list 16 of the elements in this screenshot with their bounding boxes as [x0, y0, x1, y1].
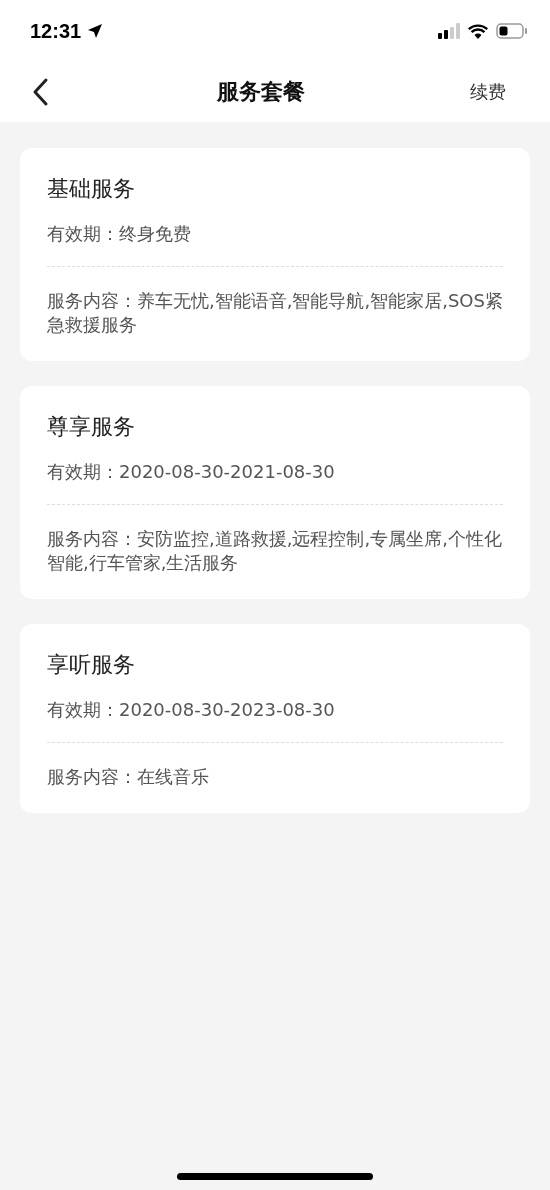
page-title: 服务套餐	[217, 78, 305, 106]
package-name: 享听服务	[47, 651, 136, 679]
service-content: 服务内容：在线音乐	[47, 765, 210, 789]
package-name: 尊享服务	[47, 413, 136, 441]
battery-icon	[496, 23, 528, 39]
location-arrow-icon	[87, 23, 104, 39]
service-content: 服务内容：安防监控,道路救援,远程控制,专属坐席,个性化智能,行车管家,生活服务	[47, 527, 503, 575]
validity-text: 有效期：终身免费	[47, 222, 192, 246]
service-content: 服务内容：养车无忧,智能语音,智能导航,智能家居,SOS紧急救援服务	[47, 289, 503, 337]
validity-text: 有效期：2020-08-30-2021-08-30	[47, 460, 336, 484]
signal-icon	[438, 23, 460, 39]
package-name: 基础服务	[47, 175, 136, 203]
wifi-icon	[468, 23, 488, 39]
status-time: 12:31	[30, 19, 82, 43]
validity-text: 有效期：2020-08-30-2023-08-30	[47, 698, 336, 722]
renew-link[interactable]: 续费	[470, 80, 506, 104]
